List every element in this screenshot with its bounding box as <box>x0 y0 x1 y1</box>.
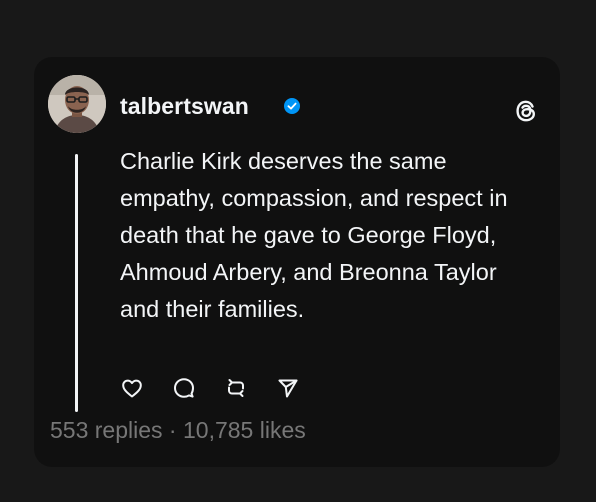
post-stats: 553 replies · 10,785 likes <box>50 417 306 444</box>
username[interactable]: talbertswan <box>120 93 249 120</box>
send-icon[interactable] <box>276 376 300 400</box>
threads-logo-icon[interactable] <box>512 97 540 125</box>
thread-line <box>75 154 78 412</box>
likes-count[interactable]: 10,785 likes <box>183 417 306 443</box>
comment-icon[interactable] <box>172 376 196 400</box>
heart-icon[interactable] <box>120 376 144 400</box>
stats-separator: · <box>168 417 177 443</box>
post-actions <box>120 373 328 403</box>
repost-icon[interactable] <box>224 376 248 400</box>
avatar[interactable] <box>48 75 106 133</box>
post-text: Charlie Kirk deserves the same empathy, … <box>120 148 508 322</box>
replies-count[interactable]: 553 replies <box>50 417 163 443</box>
post-card: talbertswan Charlie Kirk deserves the sa… <box>34 57 560 467</box>
verified-badge-icon <box>284 98 300 114</box>
